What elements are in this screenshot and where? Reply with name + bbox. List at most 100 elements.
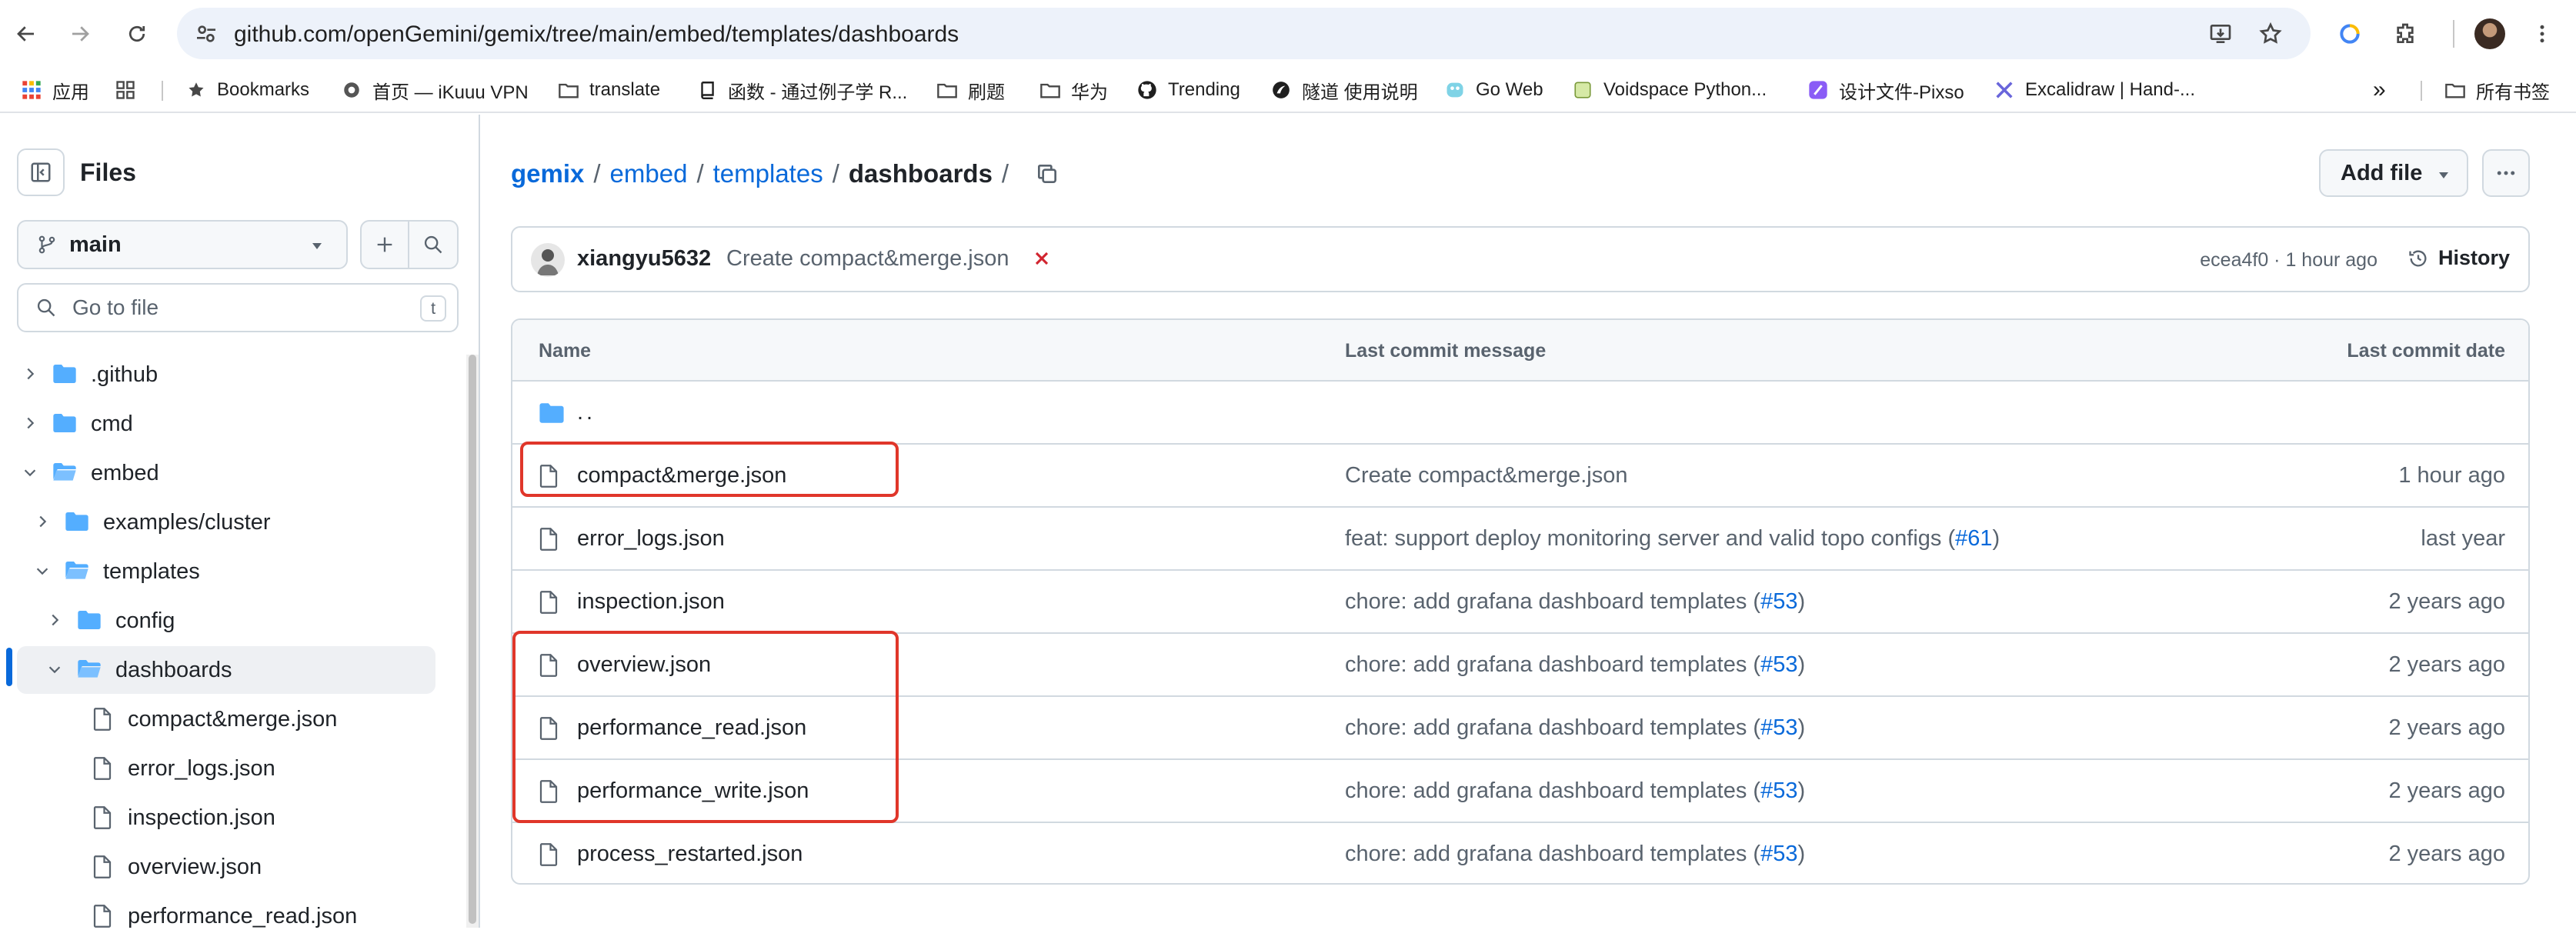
go-to-file-input[interactable]: Go to file t: [17, 283, 459, 332]
pull-request-link[interactable]: #53: [1760, 589, 1797, 614]
tree-folder-item[interactable]: .github: [17, 351, 435, 398]
bookmark-shuati[interactable]: 刷题: [936, 75, 1005, 105]
file-name-link[interactable]: inspection.json: [577, 589, 725, 615]
add-file-button[interactable]: [360, 220, 409, 269]
extension-color-icon[interactable]: [2333, 17, 2367, 51]
tree-file-item[interactable]: performance_read.json: [17, 892, 435, 940]
bookmark-ikuuu[interactable]: 首页 — iKuuu VPN: [340, 75, 529, 105]
bookmark-tunnel[interactable]: 隧道 使用说明: [1270, 75, 1418, 105]
commit-message-text[interactable]: chore: add grafana dashboard templates (: [1345, 715, 1760, 740]
commit-message[interactable]: Create compact&merge.json: [726, 246, 1009, 272]
collapse-sidebar-button[interactable]: [17, 148, 65, 196]
site-info-icon[interactable]: [194, 22, 219, 46]
bookmarks-overflow-button[interactable]: »: [2373, 75, 2386, 105]
author-avatar[interactable]: [531, 243, 565, 277]
sidebar-scrollbar-thumb[interactable]: [469, 355, 476, 924]
parent-directory-link[interactable]: ..: [577, 400, 596, 425]
tree-file-item[interactable]: inspection.json: [17, 794, 435, 842]
file-name-link[interactable]: performance_write.json: [577, 778, 809, 804]
commit-hash-time[interactable]: ecea4f0 · 1 hour ago: [2200, 249, 2377, 272]
tree-file-item[interactable]: overview.json: [17, 843, 435, 891]
table-row[interactable]: compact&merge.json Create compact&merge.j…: [512, 445, 2528, 508]
commit-message-link[interactable]: chore: add grafana dashboard templates (…: [1345, 589, 1805, 615]
more-options-button[interactable]: [2482, 149, 2530, 197]
table-row[interactable]: performance_write.json chore: add grafana…: [512, 760, 2528, 823]
tree-folder-item[interactable]: examples/cluster: [17, 498, 435, 546]
commit-message-link[interactable]: chore: add grafana dashboard templates (…: [1345, 715, 1805, 741]
tree-folder-item[interactable]: templates: [17, 548, 435, 595]
commit-message-link[interactable]: Create compact&merge.json: [1345, 463, 1628, 488]
pull-request-link[interactable]: #53: [1760, 778, 1797, 803]
bookmark-translate[interactable]: translate: [557, 75, 660, 105]
install-app-icon[interactable]: [2208, 22, 2233, 46]
bookmark-bookmarks[interactable]: Bookmarks: [185, 75, 309, 105]
history-button[interactable]: History: [2407, 246, 2510, 270]
breadcrumb-embed[interactable]: embed: [610, 159, 688, 188]
forward-icon[interactable]: [63, 17, 97, 51]
file-name-link[interactable]: performance_read.json: [577, 715, 806, 741]
bookmark-huawei[interactable]: 华为: [1039, 75, 1108, 105]
all-bookmarks-folder[interactable]: 所有书签: [2444, 75, 2550, 105]
commit-message-text[interactable]: feat: support deploy monitoring server a…: [1345, 526, 1955, 551]
chevron-down-icon[interactable]: [46, 661, 65, 679]
bookmark-r-book[interactable]: 函数 - 通过例子学 R...: [696, 75, 907, 105]
bookmark-go-web[interactable]: Go Web: [1443, 75, 1543, 105]
bookmark-apps[interactable]: 应用: [20, 75, 89, 105]
tree-folder-item[interactable]: cmd: [17, 400, 435, 448]
commit-message-link[interactable]: chore: add grafana dashboard templates (…: [1345, 842, 1805, 867]
chevron-right-icon[interactable]: [34, 513, 52, 532]
pull-request-link[interactable]: #53: [1760, 652, 1797, 677]
chevron-right-icon[interactable]: [22, 415, 40, 433]
breadcrumb-repo[interactable]: gemix: [511, 159, 584, 188]
pull-request-link[interactable]: #53: [1760, 842, 1797, 866]
profile-avatar[interactable]: [2473, 17, 2507, 51]
parent-directory-row[interactable]: ..: [512, 382, 2528, 445]
commit-message-text[interactable]: chore: add grafana dashboard templates (: [1345, 842, 1760, 866]
commit-message-link[interactable]: chore: add grafana dashboard templates (…: [1345, 652, 1805, 678]
chevron-right-icon[interactable]: [46, 612, 65, 630]
check-failed-icon[interactable]: [1031, 248, 1053, 269]
table-row[interactable]: overview.json chore: add grafana dashboar…: [512, 634, 2528, 697]
commit-message-text[interactable]: chore: add grafana dashboard templates (: [1345, 778, 1760, 803]
bookmark-trending[interactable]: Trending: [1136, 75, 1240, 105]
tree-folder-item[interactable]: dashboards: [17, 646, 435, 694]
star-icon[interactable]: [2258, 22, 2283, 46]
menu-icon[interactable]: [2525, 17, 2559, 51]
commit-message-text[interactable]: chore: add grafana dashboard templates (: [1345, 652, 1760, 677]
tree-folder-item[interactable]: config: [17, 597, 435, 645]
commit-message-link[interactable]: feat: support deploy monitoring server a…: [1345, 526, 2000, 552]
commit-message-text[interactable]: Create compact&merge.json: [1345, 463, 1628, 488]
chevron-down-icon[interactable]: [34, 562, 52, 581]
bookmark-tab-groups[interactable]: [114, 75, 146, 105]
tree-file-item[interactable]: error_logs.json: [17, 745, 435, 792]
table-row[interactable]: process_restarted.json chore: add grafana…: [512, 823, 2528, 883]
pull-request-link[interactable]: #53: [1760, 715, 1797, 740]
url-text[interactable]: github.com/openGemini/gemix/tree/main/em…: [234, 22, 959, 48]
file-name-link[interactable]: overview.json: [577, 652, 711, 678]
extension-icon[interactable]: [2388, 17, 2422, 51]
pull-request-link[interactable]: #61: [1955, 526, 1992, 551]
file-name-link[interactable]: process_restarted.json: [577, 842, 802, 867]
copy-path-icon[interactable]: [1035, 162, 1059, 186]
chevron-down-icon[interactable]: [22, 464, 40, 482]
breadcrumb-templates[interactable]: templates: [713, 159, 823, 188]
table-row[interactable]: error_logs.json feat: support deploy moni…: [512, 508, 2528, 571]
commit-message-text[interactable]: chore: add grafana dashboard templates (: [1345, 589, 1760, 614]
branch-selector[interactable]: main: [17, 220, 348, 269]
bookmark-voidspace[interactable]: Voidspace Python...: [1571, 75, 1767, 105]
address-bar[interactable]: github.com/openGemini/gemix/tree/main/em…: [177, 8, 2311, 59]
tree-folder-item[interactable]: embed: [17, 449, 435, 497]
commit-message-link[interactable]: chore: add grafana dashboard templates (…: [1345, 778, 1805, 804]
reload-icon[interactable]: [120, 17, 154, 51]
search-files-button[interactable]: [409, 220, 459, 269]
bookmark-excalidraw[interactable]: Excalidraw | Hand-...: [1993, 75, 2195, 105]
chevron-right-icon[interactable]: [22, 365, 40, 384]
table-row[interactable]: inspection.json chore: add grafana dashbo…: [512, 571, 2528, 634]
table-row[interactable]: performance_read.json chore: add grafana …: [512, 697, 2528, 760]
bookmark-pixso[interactable]: 设计文件-Pixso: [1807, 75, 1964, 105]
file-name-link[interactable]: error_logs.json: [577, 526, 725, 552]
back-icon[interactable]: [9, 17, 43, 51]
commit-author[interactable]: xiangyu5632: [577, 246, 711, 272]
tree-file-item[interactable]: compact&merge.json: [17, 695, 435, 743]
file-name-link[interactable]: compact&merge.json: [577, 463, 786, 488]
